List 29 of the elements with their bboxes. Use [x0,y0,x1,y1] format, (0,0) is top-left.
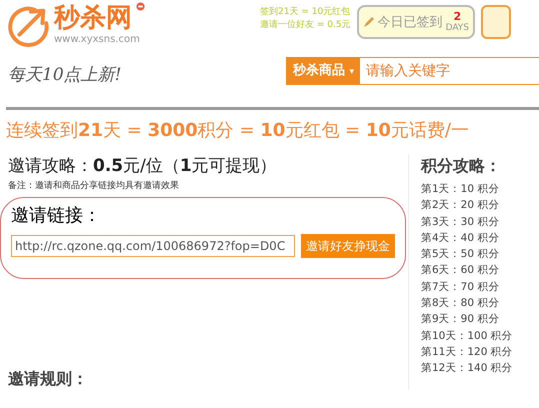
promo-text: 签到21天 = 10元红包 [260,6,351,19]
points-row-text: 第9天：90 积分 [421,312,500,328]
section-heading: 邀请规则： [8,369,89,390]
brand-name: 秒杀网 [54,2,132,34]
points-row-text: 第7天：70 积分 [421,280,500,295]
link-label: 邀请链接： [11,204,102,227]
points-row-text: 第1天：10 积分 [421,182,500,197]
category-dropdown[interactable]: 秒杀商品 ▾ [286,58,360,84]
partial-button[interactable] [481,5,512,39]
points-row-text: 第8天：80 积分 [421,296,500,312]
points-row-text: 第2天：20 积分 [421,198,500,214]
site-url: www.xyxsns.com [54,34,141,45]
banner-text: 连续签到21天 = 3000积分 = 10元红包 = 10元话费/一 [5,119,470,143]
points-row-text: 第5天：50 积分 [421,247,500,262]
section-heading: 积分攻略： [421,156,502,177]
pencil-icon [362,16,375,28]
slogan: 每天10点上新! [8,64,122,86]
points-row-text: 第11天：120 积分 [421,344,514,360]
points-row-text: 第4天：40 积分 [421,230,500,246]
section-heading: 邀请攻略：0.5元/位（1元可提现） [8,155,278,177]
link-field[interactable]: http://rc.qzone.qq.com/100686972?fop=D0C [11,235,295,257]
search-field[interactable]: 秒杀商品 ▾ 请输入关键字 [286,57,539,85]
points-row-text: 第10天：100 积分 [421,328,514,344]
invite-button[interactable]: 邀请好友挣现金 [301,234,395,258]
promo-text: 邀请一位好友 = 0.5元 [260,19,351,32]
points-row-text: 第6天：60 积分 [421,263,500,278]
points-row-text: 第12天：140 积分 [421,361,514,376]
points-row-text: 第3天：30 积分 [421,214,500,230]
note-text: 备注：邀请和商品分享链接均具有邀请效果 [8,180,180,192]
